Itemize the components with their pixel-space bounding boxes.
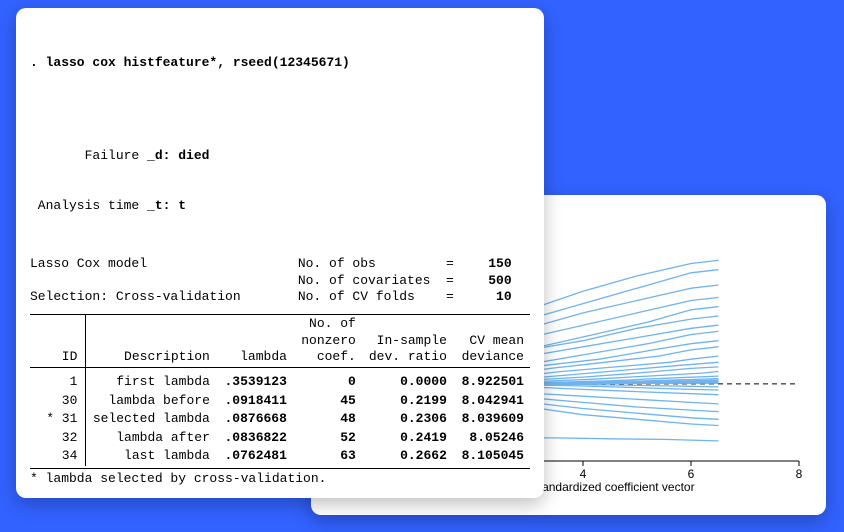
svg-text:4: 4 — [580, 467, 587, 481]
svg-text:8: 8 — [796, 467, 803, 481]
table-row: * 31selected lambda.0876668480.23068.039… — [30, 410, 530, 429]
svg-text:6: 6 — [688, 467, 695, 481]
stat-folds: No. of CV folds = 10 — [298, 289, 512, 306]
command-line: . lasso cox histfeature*, rseed(12345671… — [30, 55, 530, 72]
table-row: 32lambda after.0836822520.24198.05246 — [30, 429, 530, 448]
table-row: 34last lambda.0762481630.26628.105045 — [30, 447, 530, 466]
stat-cov: No. of covariates = 500 — [298, 273, 512, 290]
time-line: Analysis time _t: t — [30, 198, 530, 215]
stata-output-panel: . lasso cox histfeature*, rseed(12345671… — [16, 8, 544, 498]
table-row: 1first lambda.353912300.00008.922501 — [30, 367, 530, 391]
table-footnote: * lambda selected by cross-validation. — [30, 471, 530, 488]
table-row: 30lambda before.0918411450.21998.042941 — [30, 392, 530, 411]
failure-line: Failure _d: died — [30, 148, 530, 165]
lambda-table: ID Description lambda No. ofnonzerocoef.… — [30, 314, 530, 466]
stat-obs: No. of obs = 150 — [298, 256, 512, 273]
model-title: Lasso Cox model — [30, 256, 290, 273]
selection-label: Selection: Cross-validation — [30, 289, 290, 306]
